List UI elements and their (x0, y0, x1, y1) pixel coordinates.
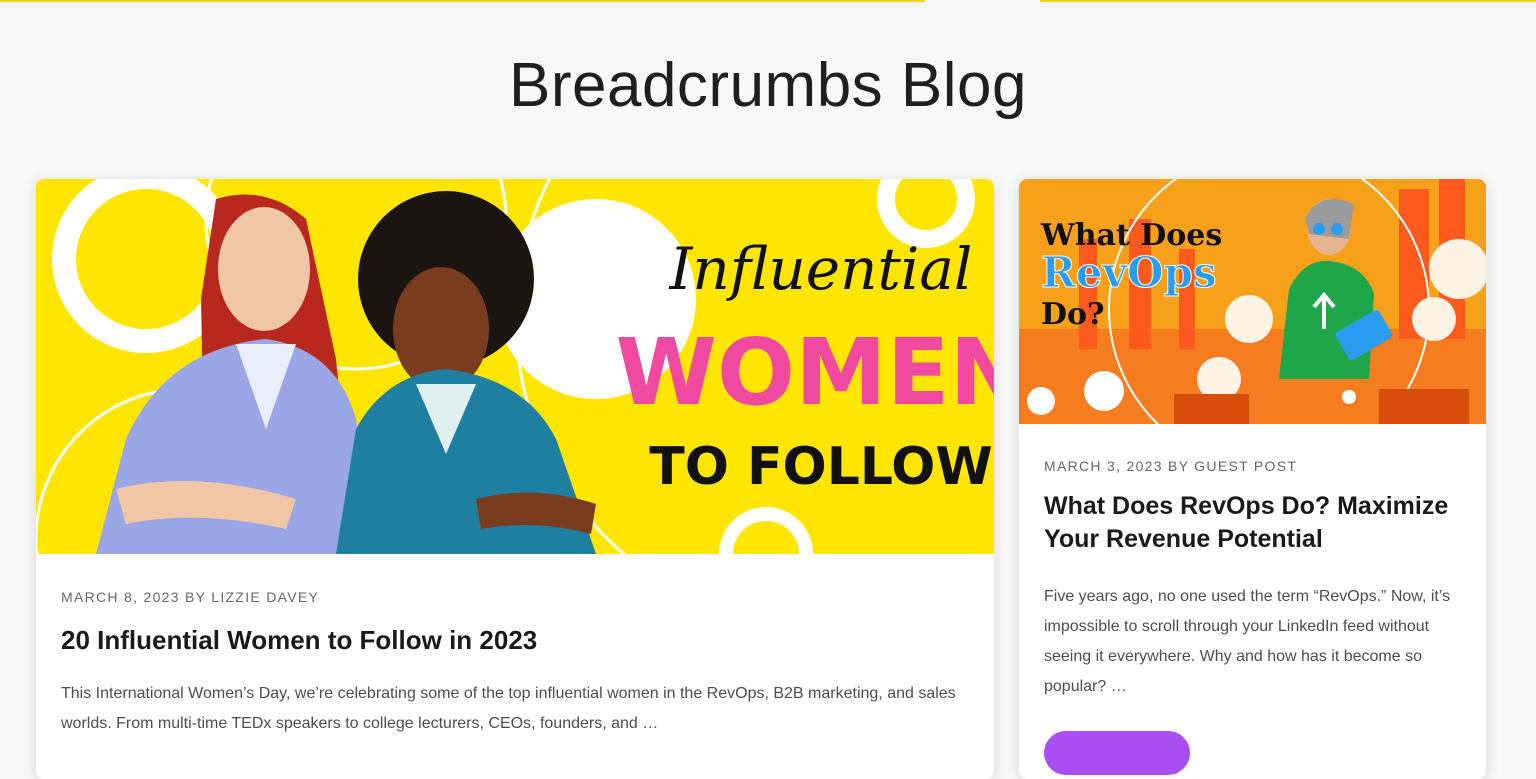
hero-line3-text: Do? (1041, 297, 1105, 332)
page-title: Breadcrumbs Blog (508, 51, 1028, 120)
hero-line2-text: RevOps (1041, 248, 1217, 297)
read-more-button[interactable] (1044, 731, 1190, 775)
top-accent-line-right (1040, 0, 1536, 2)
hero-sub-text: TO FOLLOW (649, 437, 992, 497)
post-excerpt: This International Women’s Day, we’re ce… (61, 685, 956, 732)
post-featured-image[interactable]: Influential WOMEN TO FOLLOW (36, 179, 994, 554)
hero-headline-text: WOMEN (615, 319, 994, 426)
top-accent-line-left (0, 0, 925, 2)
post-meta: MARCH 8, 2023 BY LIZZIE DAVEY (61, 589, 320, 605)
post-card[interactable]: What Does RevOps Do? MARCH 3, 2023 BY GU… (1019, 179, 1486, 779)
hero-script-text: Influential (669, 235, 973, 303)
post-card[interactable]: Influential WOMEN TO FOLLOW MARCH 8, 202… (36, 179, 994, 779)
post-excerpt: Five years ago, no one used the term “Re… (1044, 588, 1451, 695)
post-title-link[interactable]: 20 Influential Women to Follow in 2023 (61, 623, 969, 657)
post-featured-image[interactable]: What Does RevOps Do? (1019, 179, 1486, 424)
post-title-link[interactable]: What Does RevOps Do? Maximize Your Reven… (1044, 490, 1464, 556)
post-meta: MARCH 3, 2023 BY GUEST POST (1044, 458, 1298, 474)
